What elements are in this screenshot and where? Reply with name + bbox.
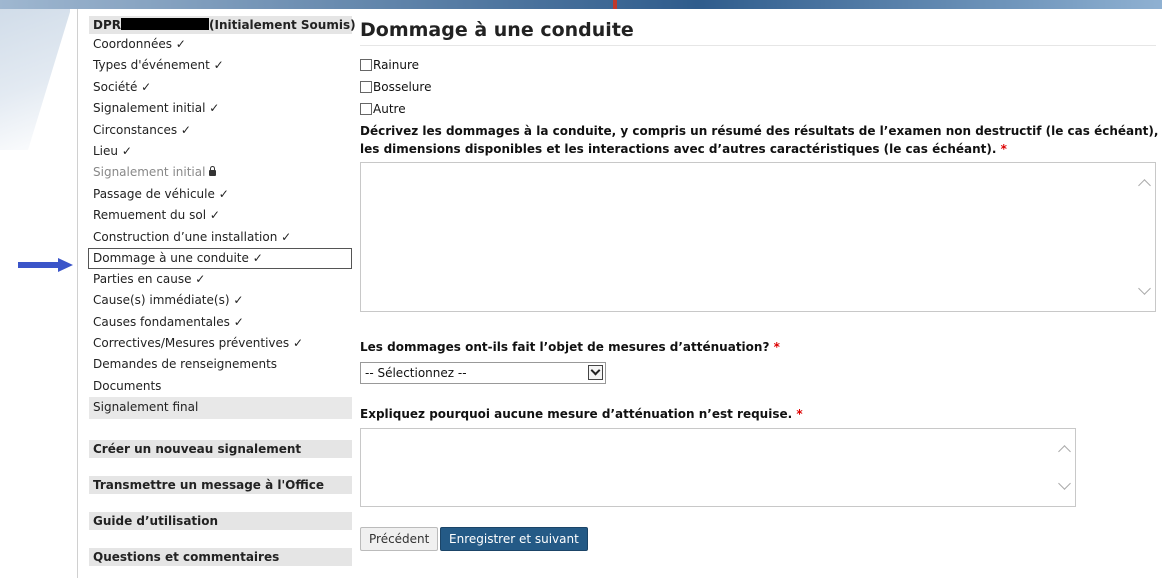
sidebar-item-signalement-initial[interactable]: Signalement initial ✓ [89,98,352,119]
description-textarea[interactable] [360,162,1156,312]
sidebar-item-dommage-conduite[interactable]: Dommage à une conduite ✓ [88,247,352,269]
lock-icon [209,166,217,177]
report-status: (Initialement Soumis) [209,18,356,32]
arrow-right-icon [18,258,73,272]
question-description-dommages: Décrivez les dommages à la conduite, y c… [360,122,1160,158]
required-marker: * [796,407,803,421]
sidebar-link-nouveau-signalement[interactable]: Créer un nouveau signalement [89,440,352,458]
sidebar-item-signalement-final[interactable]: Signalement final [89,397,352,419]
sidebar-item-parties-en-cause[interactable]: Parties en cause ✓ [89,269,352,290]
sidebar-link-message-office[interactable]: Transmettre un message à l'Office [89,476,352,494]
sidebar-report-title: DPR (Initialement Soumis) [89,16,356,34]
sidebar-item-causes-fondamentales[interactable]: Causes fondamentales ✓ [89,312,352,333]
sidebar-item-label: Signalement initial [93,165,206,180]
checkbox-autre[interactable]: Autre [360,102,406,116]
required-marker: * [1000,142,1007,156]
checkbox-label: Autre [373,102,406,116]
checkbox-box[interactable] [360,59,372,71]
header-banner-strip [0,0,1162,9]
sidebar-item-documents[interactable]: Documents [89,376,352,397]
sidebar-item-correctives[interactable]: Correctives/Mesures préventives ✓ [89,333,352,354]
scroll-up-icon[interactable] [1138,179,1151,192]
sidebar-divider [77,9,78,578]
sidebar-item-construction-installation[interactable]: Construction d’une installation ✓ [89,227,352,248]
redacted-report-number [121,18,209,30]
page-title: Dommage à une conduite [360,19,634,41]
sidebar-item-circonstances[interactable]: Circonstances ✓ [89,120,352,141]
question-text: Les dommages ont-ils fait l’objet de mes… [360,340,770,354]
sidebar-item-coordonnees[interactable]: Coordonnées ✓ [89,34,352,55]
sidebar-item-passage-vehicule[interactable]: Passage de véhicule ✓ [89,184,352,205]
sidebar-item-societe[interactable]: Société ✓ [89,77,352,98]
save-and-next-button[interactable]: Enregistrer et suivant [440,527,588,551]
question-text: Décrivez les dommages à la conduite, y c… [360,124,1159,156]
checkbox-rainure[interactable]: Rainure [360,58,419,72]
sidebar-item-causes-immediates[interactable]: Cause(s) immédiate(s) ✓ [89,290,352,311]
explication-textarea[interactable] [360,428,1076,507]
sidebar-item-types-evenement[interactable]: Types d'événement ✓ [89,55,352,76]
checkbox-bosselure[interactable]: Bosselure [360,80,431,94]
scroll-down-icon[interactable] [1138,282,1151,295]
checkbox-label: Bosselure [373,80,432,94]
header-banner-mark [613,0,617,9]
question-text: Expliquez pourquoi aucune mesure d’attén… [360,407,793,421]
attenuation-select[interactable]: -- Sélectionnez -- [360,362,606,384]
title-divider [360,45,1156,46]
sidebar-item-signalement-initial-locked: Signalement initial [89,162,352,183]
checkbox-label: Rainure [373,58,420,72]
checkbox-box[interactable] [360,103,372,115]
sidebar-nav: DPR (Initialement Soumis) Coordonnées ✓ T… [88,16,356,419]
required-marker: * [773,340,780,354]
report-id-prefix: DPR [93,18,121,32]
chevron-down-icon[interactable] [588,365,603,380]
previous-button[interactable]: Précédent [360,527,439,551]
sidebar-item-remuement-sol[interactable]: Remuement du sol ✓ [89,205,352,226]
sidebar-item-lieu[interactable]: Lieu ✓ [89,141,352,162]
select-value: -- Sélectionnez -- [365,366,467,380]
checkbox-box[interactable] [360,81,372,93]
question-explication: Expliquez pourquoi aucune mesure d’attén… [360,405,803,423]
scroll-down-icon[interactable] [1058,477,1071,490]
scroll-up-icon[interactable] [1058,445,1071,458]
sidebar-link-questions[interactable]: Questions et commentaires [89,548,352,566]
background-decoration [0,0,70,150]
sidebar-link-guide[interactable]: Guide d’utilisation [89,512,352,530]
sidebar-item-demandes-renseignements[interactable]: Demandes de renseignements [89,354,352,375]
question-mesures-attenuation: Les dommages ont-ils fait l’objet de mes… [360,338,780,356]
